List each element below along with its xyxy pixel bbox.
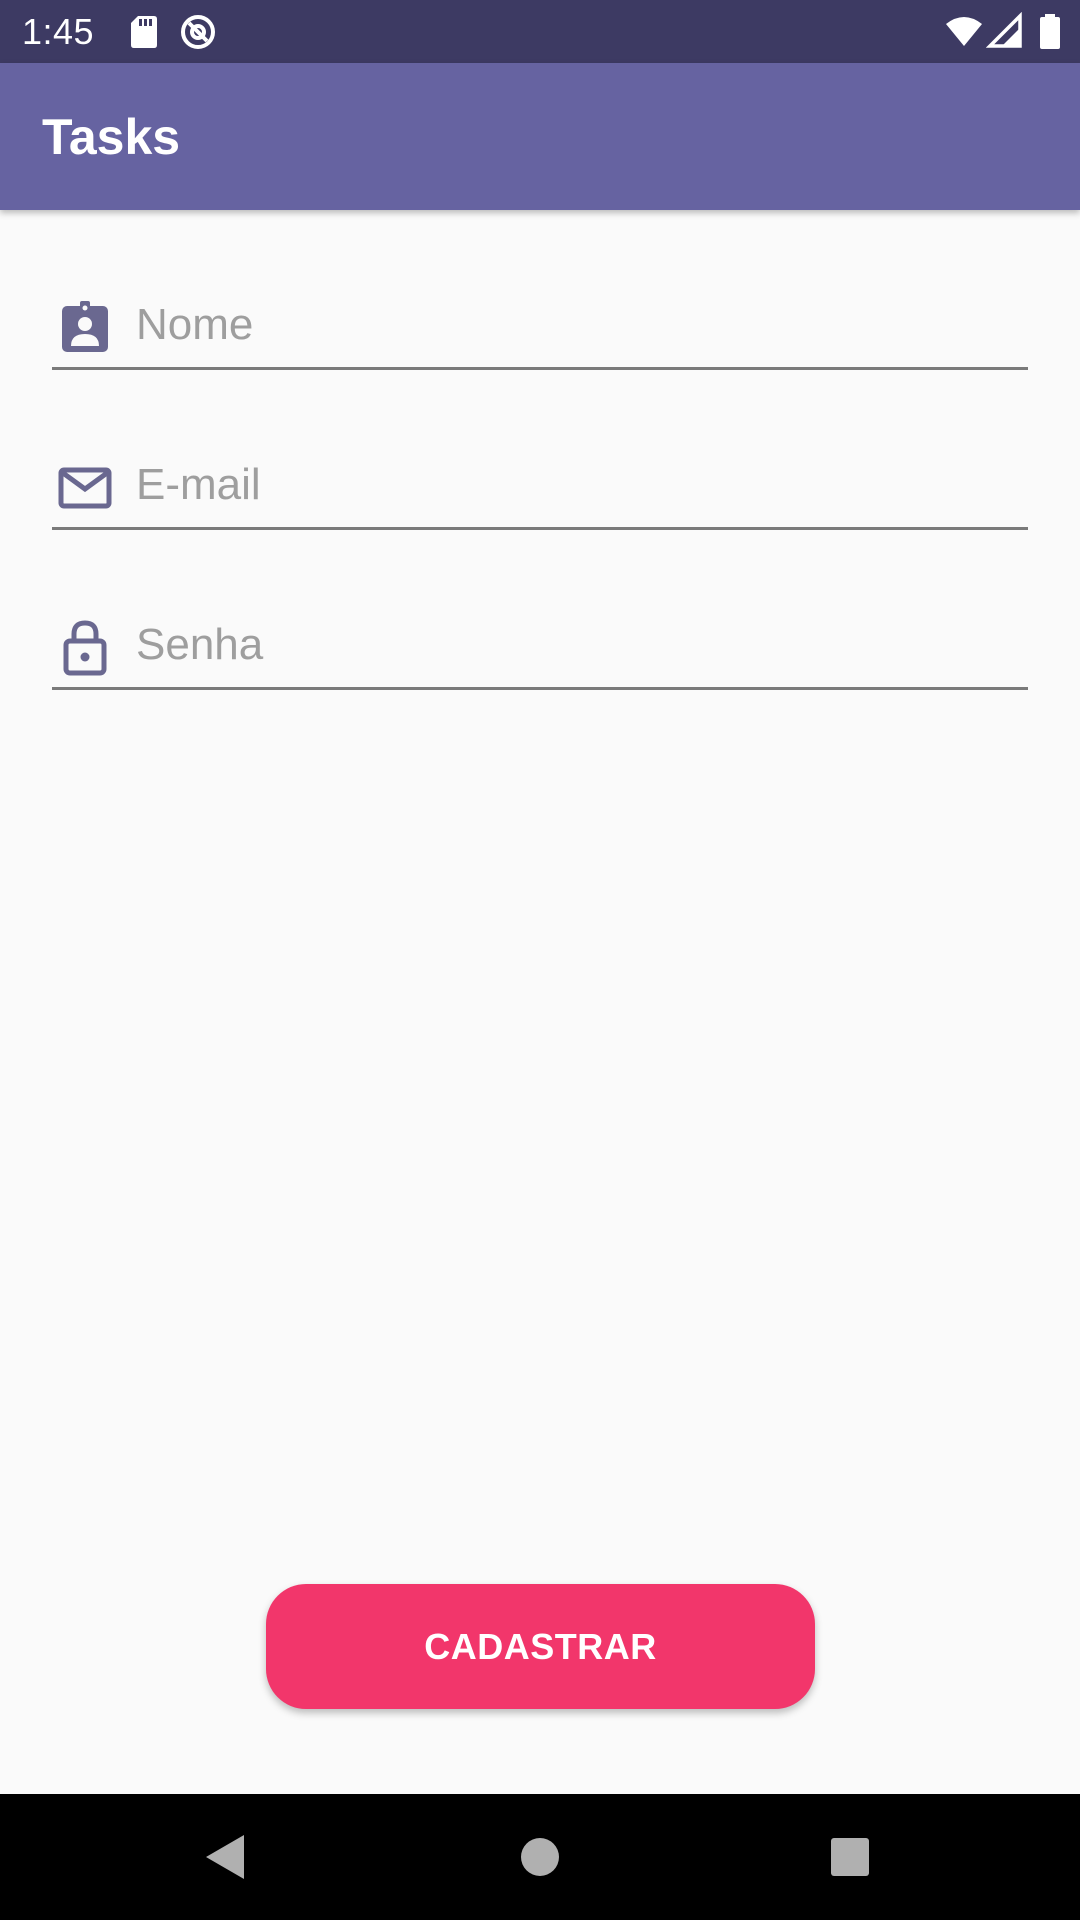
sd-card-icon [131, 16, 157, 48]
recents-icon[interactable] [817, 1824, 883, 1890]
email-field[interactable] [52, 440, 1028, 530]
email-input[interactable] [136, 448, 1016, 522]
register-button[interactable]: CADASTRAR [266, 1584, 815, 1709]
screen: 1:45 Tasks Nome E-mail CADASTRAR [0, 0, 1080, 1920]
back-icon[interactable] [192, 1824, 258, 1890]
name-input[interactable] [136, 288, 1016, 362]
name-field[interactable] [52, 280, 1028, 370]
home-icon[interactable] [507, 1824, 573, 1890]
name-underline [52, 367, 1028, 370]
lock-icon [63, 620, 107, 676]
status-time: 1:45 [22, 11, 95, 52]
signal-icon [986, 12, 1022, 48]
password-underline [52, 687, 1028, 690]
status-bar: 1:45 [0, 0, 1080, 63]
battery-icon [1040, 14, 1060, 49]
app-title: Tasks [42, 109, 181, 165]
app-bar: Tasks [0, 63, 1080, 210]
nav-bar [0, 1794, 1080, 1920]
wifi-icon [946, 17, 982, 46]
badge-person-icon [62, 301, 108, 352]
mail-icon [58, 467, 112, 509]
at-sign-icon [181, 15, 215, 49]
password-field[interactable] [52, 600, 1028, 690]
password-input[interactable] [136, 608, 1016, 682]
email-underline [52, 527, 1028, 530]
